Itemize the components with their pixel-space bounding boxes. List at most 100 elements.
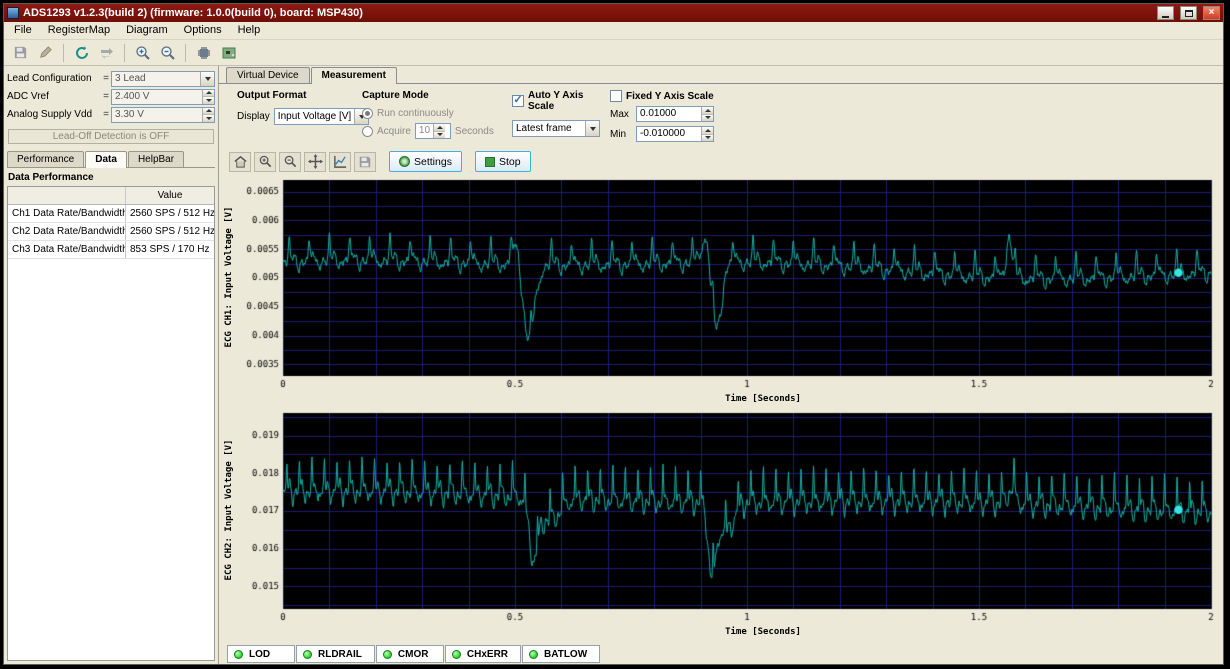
spin-down-icon[interactable] — [434, 131, 446, 138]
table-empty-area — [8, 259, 214, 660]
display-label: Display — [237, 111, 270, 122]
tab-helpbar[interactable]: HelpBar — [127, 151, 185, 167]
fixed-y-group: Fixed Y Axis Scale Max 0.01000 Min -0.01… — [610, 90, 890, 146]
min-spinner[interactable]: -0.010000 — [636, 126, 714, 142]
ch1-plot-area[interactable] — [237, 176, 1217, 394]
menu-diagram[interactable]: Diagram — [118, 22, 176, 39]
row-name: Ch1 Data Rate/Bandwidth — [8, 205, 126, 222]
data-performance-title: Data Performance — [8, 172, 94, 183]
lod-label: LOD — [249, 648, 271, 660]
read-write-icon[interactable] — [95, 42, 118, 63]
chevron-down-icon[interactable] — [585, 121, 599, 136]
tab-virtual-device[interactable]: Virtual Device — [226, 67, 310, 83]
auto-y-axis-checkbox[interactable] — [512, 95, 524, 107]
board-icon[interactable] — [217, 42, 240, 63]
spin-up-icon[interactable] — [434, 124, 446, 132]
spinner-buttons[interactable] — [701, 127, 713, 141]
home-view-icon[interactable] — [229, 151, 251, 172]
spin-down-icon[interactable] — [203, 115, 214, 122]
settings-button[interactable]: Settings — [389, 151, 462, 172]
window-content: Lead Configuration = 3 Lead ADC Vref = 2… — [4, 66, 1223, 664]
tab-performance[interactable]: Performance — [7, 151, 85, 167]
acquire-seconds-spinner[interactable]: 10 — [414, 123, 451, 139]
zoom-out-icon[interactable] — [156, 42, 179, 63]
seconds-label: Seconds — [454, 125, 494, 137]
minimize-button[interactable] — [1157, 6, 1174, 20]
table-row: Ch1 Data Rate/Bandwidth 2560 SPS / 512 H… — [8, 205, 214, 223]
max-spinner[interactable]: 0.01000 — [636, 106, 714, 122]
save-graph-icon[interactable] — [354, 151, 376, 172]
analog-supply-label: Analog Supply Vdd — [7, 109, 93, 120]
zoom-in-icon[interactable] — [131, 42, 154, 63]
row-name: Ch3 Data Rate/Bandwidth — [8, 241, 126, 258]
zoom-out-graph-icon[interactable] — [279, 151, 301, 172]
tab-measurement[interactable]: Measurement — [310, 67, 397, 84]
led-icon — [529, 649, 539, 659]
ch1-x-axis-label: Time [Seconds] — [725, 394, 801, 404]
toolbar-separator — [124, 43, 125, 62]
equals-sign: = — [103, 91, 109, 102]
table-header-name — [8, 187, 126, 204]
graph-settings-icon[interactable] — [329, 151, 351, 172]
equals-sign: = — [103, 109, 109, 120]
spinner-buttons[interactable] — [202, 107, 214, 122]
spin-up-icon[interactable] — [702, 107, 713, 115]
adc-vref-spinner[interactable]: 2.400 V — [111, 88, 215, 105]
analog-supply-value: 3.30 V — [115, 108, 144, 120]
zoom-in-graph-icon[interactable] — [254, 151, 276, 172]
ecg-ch2-chart: ECG CH2: Input Voltage [V] Time [Seconds… — [221, 409, 1223, 639]
chxerr-label: CHxERR — [466, 648, 509, 660]
tab-data[interactable]: Data — [85, 151, 127, 168]
table-header-value: Value — [157, 190, 183, 201]
chevron-down-icon[interactable] — [200, 71, 214, 86]
menu-file[interactable]: File — [6, 22, 40, 39]
spin-down-icon[interactable] — [702, 114, 713, 121]
refresh-icon[interactable] — [70, 42, 93, 63]
lead-configuration-dropdown[interactable]: 3 Lead — [111, 70, 215, 87]
fixed-y-axis-checkbox[interactable] — [610, 90, 622, 102]
max-label: Max — [610, 108, 629, 120]
capture-mode-title: Capture Mode — [362, 90, 429, 101]
spin-up-icon[interactable] — [203, 89, 214, 97]
menu-options[interactable]: Options — [176, 22, 230, 39]
save-icon[interactable] — [9, 42, 32, 63]
analog-supply-spinner[interactable]: 3.30 V — [111, 106, 215, 123]
device-chip-icon[interactable] — [192, 42, 215, 63]
chxerr-indicator: CHxERR — [444, 645, 522, 663]
spinner-buttons[interactable] — [701, 107, 713, 121]
sidebar: Lead Configuration = 3 Lead ADC Vref = 2… — [4, 66, 219, 664]
pan-icon[interactable] — [304, 151, 326, 172]
menu-registermap[interactable]: RegisterMap — [40, 22, 118, 39]
menu-help[interactable]: Help — [230, 22, 269, 39]
analog-supply-row: Analog Supply Vdd = 3.30 V — [7, 106, 215, 123]
output-format-title: Output Format — [237, 90, 307, 101]
acquire-seconds-value: 10 — [418, 125, 431, 136]
display-dropdown[interactable]: Input Voltage [V] — [273, 108, 370, 125]
minimize-icon — [1162, 15, 1169, 18]
data-performance-table: Value Ch1 Data Rate/Bandwidth 2560 SPS /… — [7, 186, 215, 661]
ch2-plot-area[interactable] — [237, 409, 1217, 627]
min-value: -0.010000 — [640, 128, 686, 139]
auto-y-group: Auto Y Axis Scale Latest frame — [512, 90, 610, 146]
spin-up-icon[interactable] — [702, 127, 713, 135]
stop-button[interactable]: Stop — [474, 151, 531, 172]
app-icon — [7, 7, 19, 19]
maximize-button[interactable] — [1180, 6, 1197, 20]
edit-icon[interactable] — [34, 42, 57, 63]
acquire-radio[interactable] — [362, 125, 373, 137]
lead-off-status: Lead-Off Detection is OFF — [8, 129, 214, 144]
spinner-buttons[interactable] — [433, 124, 446, 138]
frame-dropdown[interactable]: Latest frame — [512, 120, 600, 137]
row-value: 2560 SPS / 512 Hz — [130, 208, 214, 219]
spin-down-icon[interactable] — [203, 97, 214, 104]
led-icon — [451, 649, 461, 659]
lead-configuration-value: 3 Lead — [115, 72, 146, 84]
run-continuously-radio[interactable] — [362, 108, 373, 119]
spin-down-icon[interactable] — [702, 134, 713, 141]
spinner-buttons[interactable] — [202, 89, 214, 104]
cmor-indicator: CMOR — [375, 645, 444, 663]
row-name: Ch2 Data Rate/Bandwidth — [8, 223, 126, 240]
spin-up-icon[interactable] — [203, 107, 214, 115]
status-led-row: LOD RLDRAIL CMOR CHxERR BATLOW — [227, 645, 1223, 663]
close-button[interactable]: × — [1203, 6, 1220, 20]
